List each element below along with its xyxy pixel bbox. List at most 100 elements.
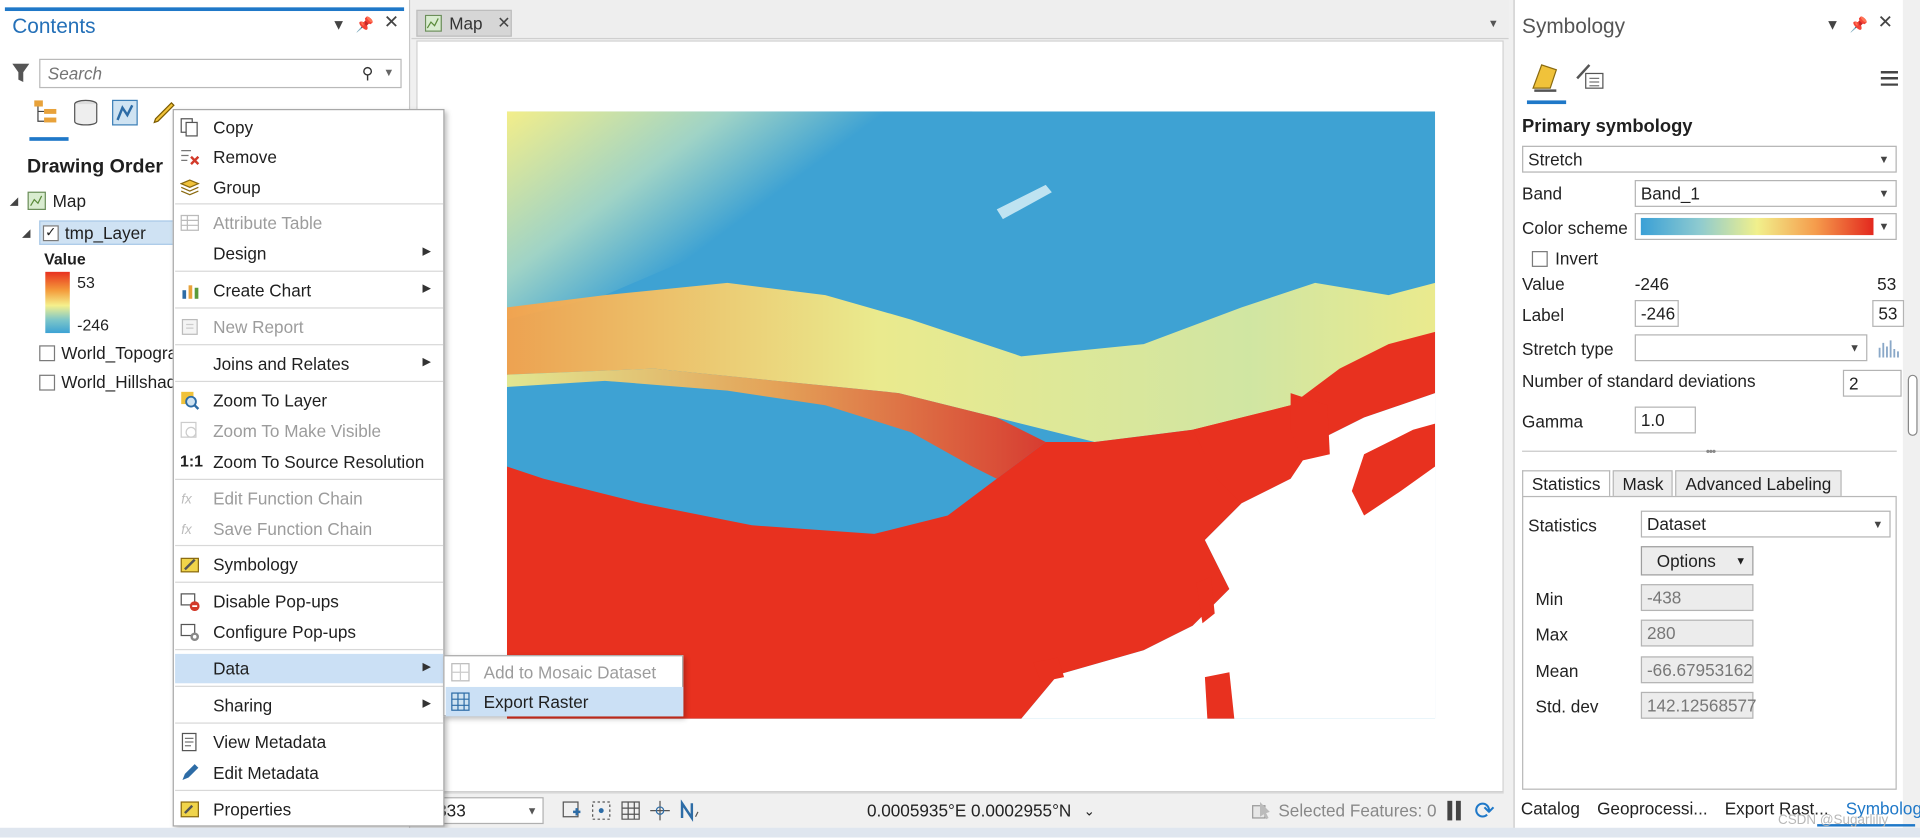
invert-checkbox[interactable] [1531, 250, 1548, 267]
gamma-input[interactable]: 1.0 [1634, 406, 1696, 434]
contents-search-box[interactable]: ⚲ ▼ [39, 58, 402, 89]
menu-item-remove[interactable]: Remove [175, 142, 443, 171]
vary-symbology-tab-icon[interactable] [1573, 61, 1605, 93]
list-by-selection-icon[interactable] [110, 98, 139, 127]
tab-catalog[interactable]: Catalog [1521, 798, 1580, 825]
pause-drawing-button[interactable] [1447, 800, 1464, 821]
invert-option[interactable]: Invert [1531, 249, 1598, 268]
map-extent-icon[interactable] [561, 800, 583, 822]
properties-icon [180, 801, 199, 818]
list-by-drawing-order-icon[interactable] [32, 98, 61, 127]
menu-item-edit-metadata[interactable]: Edit Metadata [175, 758, 443, 787]
tree-item-topographic[interactable]: World_Topogra [39, 343, 177, 362]
menu-item-view-metadata[interactable]: View Metadata [175, 727, 443, 756]
filter-icon[interactable] [12, 63, 30, 84]
menu-item-design[interactable]: Design ▶ [175, 239, 443, 268]
hamburger-menu-icon[interactable] [1880, 71, 1898, 86]
submenu-arrow-icon: ▶ [422, 281, 432, 294]
menu-item-properties[interactable]: Properties [175, 795, 443, 824]
close-icon[interactable]: ✕ [1878, 13, 1893, 33]
chevron-down-icon[interactable]: ▼ [383, 66, 394, 78]
layer-visibility-checkbox[interactable]: ✓ [42, 224, 59, 241]
pane-options-icon[interactable]: ▼ [1825, 16, 1840, 33]
tree-item-layer[interactable]: ◢ ✓ tmp_Layer [22, 220, 184, 245]
collapse-triangle-icon[interactable]: ◢ [10, 194, 21, 207]
primary-symbology-tab-icon[interactable] [1529, 61, 1561, 93]
menu-item-export-raster[interactable]: Export Raster [445, 686, 684, 717]
value-label: Value [1522, 274, 1565, 294]
mean-label: Mean [1535, 661, 1579, 681]
list-by-source-icon[interactable] [71, 98, 100, 127]
menu-separator [175, 270, 444, 272]
menu-item-zoom-to-layer[interactable]: Zoom To Layer [175, 386, 443, 415]
chevron-down-icon[interactable]: ▼ [527, 798, 538, 822]
disable-popups-icon [180, 593, 200, 612]
tab-map[interactable]: Map ✕ [416, 9, 512, 37]
scale-selector[interactable]: 333 ▼ [431, 797, 544, 825]
map-icon [424, 14, 442, 32]
selected-features-status[interactable]: Selected Features: 0 [1251, 801, 1437, 820]
pin-icon[interactable]: 📌 [356, 16, 374, 33]
menu-item-disable-popups[interactable]: Disable Pop-ups [175, 587, 443, 616]
color-scheme-select[interactable]: ▼ [1634, 213, 1897, 241]
crosshair-icon[interactable] [649, 800, 671, 822]
label-min-input[interactable]: -246 [1634, 300, 1679, 327]
refresh-icon[interactable]: ⟳ [1474, 796, 1495, 827]
histogram-icon[interactable] [1877, 337, 1899, 359]
menu-item-sharing[interactable]: Sharing ▶ [175, 691, 443, 720]
tab-mask[interactable]: Mask [1612, 470, 1674, 498]
data-submenu: Add to Mosaic Dataset Export Raster [443, 655, 684, 717]
menu-item-configure-popups[interactable]: Configure Pop-ups [175, 617, 443, 646]
tree-item-hillshade[interactable]: World_Hillshad [39, 372, 176, 392]
grid-icon[interactable] [620, 800, 642, 822]
menu-item-copy[interactable]: Copy [175, 113, 443, 142]
tab-list-dropdown-icon[interactable]: ▼ [1488, 17, 1499, 29]
menu-item-new-report[interactable]: New Report [175, 312, 443, 341]
window-bottom-strip [0, 827, 1920, 838]
tree-item-map[interactable]: ◢ Map [10, 191, 86, 211]
snapping-icon[interactable] [590, 800, 612, 822]
tab-advanced-labeling[interactable]: Advanced Labeling [1675, 470, 1842, 498]
coordinate-format-chevron-icon[interactable]: ⌄ [1084, 803, 1095, 819]
std-dev-count-input[interactable]: 2 [1842, 369, 1902, 397]
attribute-table-icon [180, 214, 199, 231]
statistics-tab-body: Statistics Dataset ▼ Options ▼ Min -438 Ma… [1522, 495, 1897, 790]
collapse-triangle-icon[interactable]: ◢ [22, 226, 33, 239]
layer-visibility-checkbox[interactable] [39, 374, 56, 391]
tab-statistics[interactable]: Statistics [1522, 470, 1611, 498]
stretch-type-select[interactable]: ▼ [1634, 334, 1868, 362]
layer-visibility-checkbox[interactable] [39, 344, 56, 361]
value-min: -246 [1634, 274, 1670, 294]
close-icon[interactable]: ✕ [384, 13, 399, 33]
close-tab-icon[interactable]: ✕ [497, 13, 510, 33]
menu-item-save-function-chain[interactable]: fx Save Function Chain [175, 514, 443, 543]
pane-options-icon[interactable]: ▼ [331, 16, 346, 33]
band-select[interactable]: Band_1 ▼ [1634, 180, 1897, 207]
menu-item-data[interactable]: Data ▶ [175, 653, 444, 684]
options-button[interactable]: Options ▼ [1640, 546, 1754, 576]
zoom-to-layer-icon [181, 391, 200, 410]
menu-item-add-to-mosaic[interactable]: Add to Mosaic Dataset [446, 658, 684, 687]
menu-item-group[interactable]: Group [175, 173, 443, 202]
selected-layer-row[interactable]: ✓ tmp_Layer [39, 220, 184, 245]
tab-geoprocessing[interactable]: Geoprocessi... [1597, 798, 1708, 825]
drawing-order-heading: Drawing Order [26, 156, 164, 178]
menu-item-attribute-table[interactable]: Attribute Table [175, 208, 443, 237]
tab-map-label: Map [449, 13, 483, 34]
pin-icon[interactable]: 📌 [1850, 16, 1868, 33]
splitter-grip-icon[interactable]: ••• [1706, 446, 1716, 459]
menu-item-edit-function-chain[interactable]: fx Edit Function Chain [175, 484, 443, 513]
label-max-input[interactable]: 53 [1872, 300, 1905, 327]
menu-item-symbology[interactable]: Symbology [175, 550, 443, 579]
north-arrow-icon[interactable] [678, 799, 700, 822]
menu-item-zoom-make-visible[interactable]: Zoom To Make Visible [175, 416, 443, 445]
symbology-scrollbar-thumb[interactable] [1907, 374, 1918, 436]
menu-item-create-chart[interactable]: Create Chart ▶ [175, 276, 443, 305]
renderer-select[interactable]: Stretch ▼ [1522, 145, 1897, 173]
raster-map-display[interactable] [506, 111, 1436, 719]
menu-item-joins-relates[interactable]: Joins and Relates ▶ [175, 349, 443, 378]
search-input[interactable] [40, 60, 335, 87]
search-icon[interactable]: ⚲ [362, 64, 374, 84]
statistics-select[interactable]: Dataset ▼ [1640, 510, 1891, 538]
menu-item-zoom-source-resolution[interactable]: 1:1 Zoom To Source Resolution [175, 447, 443, 476]
